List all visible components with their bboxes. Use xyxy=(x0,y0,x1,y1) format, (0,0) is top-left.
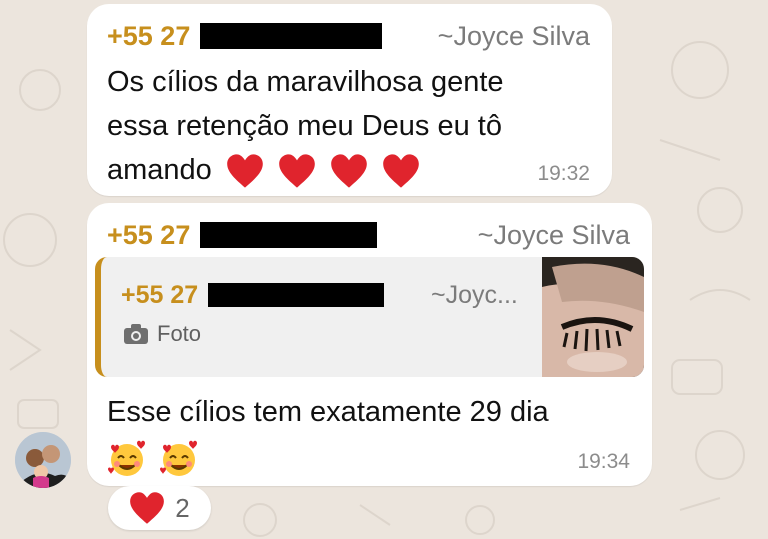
quoted-photo-thumbnail xyxy=(542,257,644,377)
red-heart-emoji xyxy=(279,154,315,188)
redacted-phone-number xyxy=(208,283,385,307)
message-reaction[interactable]: 2 xyxy=(108,486,211,530)
redacted-phone-number xyxy=(200,23,383,49)
quoted-media-label: Foto xyxy=(123,321,201,347)
heart-emojis xyxy=(226,154,426,188)
red-heart-emoji xyxy=(331,154,367,188)
message-text-line: Os cílios da maravilhosa gente xyxy=(107,66,504,98)
smiling-emojis xyxy=(107,435,647,481)
smiling-face-with-hearts-emoji xyxy=(160,441,198,477)
message-time: 19:34 xyxy=(577,450,630,473)
message-text-line: amando xyxy=(107,148,577,192)
message-text-line: essa retenção meu Deus eu tô xyxy=(107,110,502,142)
message-bubble-2[interactable]: +55 27 ~Joyce Silva +55 27 ~Joyc... Foto xyxy=(87,203,652,486)
sender-avatar[interactable] xyxy=(15,432,71,488)
red-heart-icon xyxy=(130,492,165,524)
sender-alias: ~Joyce Silva xyxy=(437,21,590,51)
message-text-word: amando xyxy=(107,154,212,186)
message-text-line: Esse cílios tem exatamente 29 dia xyxy=(107,396,549,428)
reaction-count: 2 xyxy=(175,492,190,523)
message-text: Esse cílios tem exatamente 29 dia xyxy=(107,389,647,481)
quoted-sender-info: +55 27 xyxy=(121,277,385,313)
smiling-face-with-hearts-emoji xyxy=(108,441,145,477)
sender-alias: ~Joyce Silva xyxy=(477,220,630,250)
message-time: 19:32 xyxy=(537,162,590,185)
quoted-sender-phone: +55 27 xyxy=(121,280,199,309)
sender-info: +55 27 xyxy=(107,18,383,54)
message-bubble-1[interactable]: +55 27 ~Joyce Silva Os cílios da maravil… xyxy=(87,4,612,196)
red-heart-emoji xyxy=(383,154,419,188)
message-text: Os cílios da maravilhosa gente essa rete… xyxy=(107,60,577,192)
redacted-phone-number xyxy=(200,222,378,248)
sender-info: +55 27 xyxy=(107,217,378,253)
avatar-photo xyxy=(15,432,71,488)
sender-phone[interactable]: +55 27 xyxy=(107,220,190,251)
quoted-media-text: Foto xyxy=(157,321,202,346)
sender-phone[interactable]: +55 27 xyxy=(107,21,190,52)
camera-icon xyxy=(124,324,148,344)
red-heart-emoji xyxy=(227,154,263,188)
quoted-message[interactable]: +55 27 ~Joyc... Foto xyxy=(95,257,644,377)
